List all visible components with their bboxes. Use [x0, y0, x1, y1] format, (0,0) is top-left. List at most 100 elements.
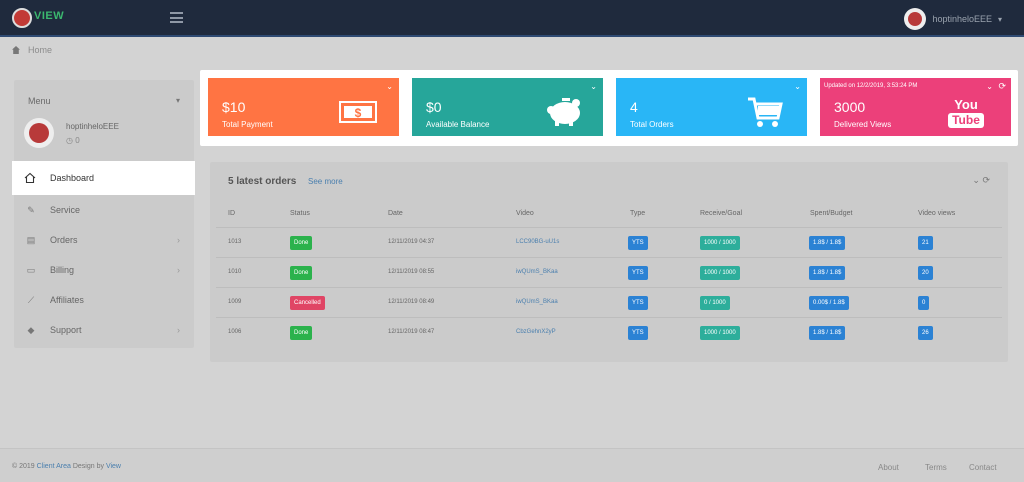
status-badge: Done — [290, 266, 313, 280]
table-row[interactable]: 1010 Done 12/11/2019 08:55 iwQUmS_BKaa Y… — [216, 257, 1002, 287]
chevron-down-icon[interactable]: ▾ — [176, 96, 180, 105]
sidebar-item-service[interactable]: ✎ Service — [14, 195, 194, 225]
sidebar-item-label: Affiliates — [50, 295, 84, 305]
sidebar-avatar — [24, 118, 54, 148]
status-badge: Done — [290, 326, 313, 340]
type-badge: YTS — [628, 296, 648, 310]
column-header: Video — [516, 210, 534, 217]
table-row[interactable]: 1006 Done 12/11/2019 08:47 CbzGehnX2yP Y… — [216, 317, 1002, 347]
app-logo[interactable]: VIEW — [12, 7, 65, 29]
order-id: 1006 — [228, 329, 242, 335]
sidebar-item-support[interactable]: ◆ Support › — [14, 315, 194, 345]
video-link[interactable]: LCC90BG-uU1s — [516, 239, 559, 245]
cart-icon — [748, 97, 783, 127]
svg-text:$: $ — [355, 106, 362, 120]
video-link[interactable]: iwQUmS_BKaa — [516, 299, 558, 305]
logo-icon — [12, 8, 32, 28]
status-badge: Cancelled — [290, 296, 325, 310]
footer-brand-link[interactable]: Client Area — [37, 463, 71, 470]
stat-label: Delivered Views — [834, 120, 892, 129]
sidebar-item-dashboard[interactable]: Dashboard — [12, 161, 195, 195]
footer-copyright: © 2019 Client Area Design by View — [12, 463, 121, 470]
order-id: 1013 — [228, 239, 242, 245]
stat-value: $10 — [222, 99, 246, 115]
footer-link-contact[interactable]: Contact — [969, 463, 997, 472]
panel-tools[interactable]: ⌄ ⟳ — [972, 175, 990, 186]
views-badge: 21 — [918, 236, 933, 250]
piggy-bank-icon — [547, 98, 580, 126]
stat-card-delivered-views[interactable]: Updated on 12/2/2019, 3:53:24 PM ⌄ ⟳ 300… — [820, 78, 1011, 136]
stat-card-total-payment[interactable]: ⌄ $10 Total Payment $ — [208, 78, 399, 136]
breadcrumb-home[interactable]: Home — [28, 45, 52, 55]
sidebar-item-orders[interactable]: ▤ Orders › — [14, 225, 194, 255]
youtube-logo-text: You — [954, 97, 978, 112]
avatar — [904, 8, 927, 30]
footer: © 2019 Client Area Design by View About … — [0, 448, 1024, 482]
chevron-right-icon: › — [177, 325, 180, 335]
chevron-down-icon[interactable]: ⌄ — [590, 82, 597, 91]
sidebar-menu-label: Menu — [28, 96, 51, 106]
stat-card-total-orders[interactable]: ⌄ 4 Total Orders — [616, 78, 807, 136]
chevron-down-icon[interactable]: ⌄ — [794, 82, 801, 91]
column-header: Spent/Budget — [810, 210, 853, 217]
stat-value: 3000 — [834, 99, 866, 115]
sidebar-item-affiliates[interactable]: ⟋ Affiliates — [14, 285, 194, 315]
status-badge: Done — [290, 236, 313, 250]
chevron-down-icon: ▾ — [997, 14, 1002, 24]
table-row[interactable]: 1013 Done 12/11/2019 04:37 LCC90BG-uU1s … — [216, 227, 1002, 257]
sidebar-item-billing[interactable]: ▭ Billing › — [14, 255, 194, 285]
type-badge: YTS — [628, 266, 648, 280]
sidebar-username: hoptinheloEEE — [66, 122, 119, 131]
sidebar-item-label: Service — [50, 205, 81, 215]
order-id: 1010 — [228, 269, 242, 275]
goal-badge: 1000 / 1000 — [700, 236, 740, 250]
refresh-icon[interactable]: ⟳ — [998, 81, 1006, 92]
stat-label: Total Orders — [630, 120, 674, 129]
stat-value: $0 — [426, 99, 442, 115]
link-icon: ⟋ — [27, 295, 35, 305]
card-icon: ▭ — [26, 265, 36, 275]
views-badge: 20 — [918, 266, 933, 280]
sidebar: Menu ▾ hoptinheloEEE ◷ 0 ✎ Service ▤ Ord… — [14, 80, 194, 348]
video-link[interactable]: CbzGehnX2yP — [516, 329, 556, 335]
footer-designer-link[interactable]: View — [106, 463, 121, 470]
budget-badge: 1.8$ / 1.8$ — [809, 326, 846, 340]
updated-timestamp: Updated on 12/2/2019, 3:53:24 PM — [824, 83, 918, 89]
stat-card-available-balance[interactable]: ⌄ $0 Available Balance — [412, 78, 603, 136]
chevron-down-icon[interactable]: ⌄ — [986, 82, 993, 91]
breadcrumb: Home — [12, 45, 52, 55]
order-date: 12/11/2019 08:55 — [388, 269, 435, 275]
youtube-icon: You Tube — [948, 98, 984, 128]
footer-link-about[interactable]: About — [878, 463, 899, 472]
hamburger-menu-icon[interactable] — [170, 12, 183, 23]
stat-label: Total Payment — [222, 120, 273, 129]
views-badge: 0 — [918, 296, 930, 310]
column-header: Date — [388, 210, 403, 217]
youtube-logo-text: Tube — [948, 113, 984, 128]
type-badge: YTS — [628, 326, 648, 340]
column-header: Status — [290, 210, 310, 217]
order-id: 1009 — [228, 299, 242, 305]
goal-badge: 1000 / 1000 — [700, 266, 740, 280]
column-header: Video views — [918, 210, 956, 217]
see-more-link[interactable]: See more — [308, 177, 343, 186]
sidebar-user-balance: ◷ 0 — [66, 136, 80, 145]
wrench-icon: ✎ — [27, 205, 35, 215]
budget-badge: 0.00$ / 1.8$ — [809, 296, 849, 310]
video-link[interactable]: iwQUmS_BKaa — [516, 269, 558, 275]
user-dropdown[interactable]: hoptinheloEEE ▾ — [904, 8, 1002, 30]
table-row[interactable]: 1009 Cancelled 12/11/2019 08:49 iwQUmS_B… — [216, 287, 1002, 317]
topbar-username: hoptinheloEEE — [932, 14, 992, 24]
footer-link-terms[interactable]: Terms — [925, 463, 947, 472]
chevron-right-icon: › — [177, 235, 180, 245]
column-header: Type — [630, 210, 646, 217]
sidebar-item-label: Dashboard — [50, 173, 95, 183]
home-icon — [12, 46, 20, 54]
order-date: 12/11/2019 04:37 — [388, 239, 435, 245]
order-date: 12/11/2019 08:49 — [388, 299, 435, 305]
sidebar-item-label: Billing — [50, 265, 75, 275]
logo-text: VIEW — [34, 10, 65, 22]
cart-icon: ▤ — [26, 235, 36, 245]
stat-label: Available Balance — [426, 120, 490, 129]
chevron-down-icon[interactable]: ⌄ — [386, 82, 393, 91]
